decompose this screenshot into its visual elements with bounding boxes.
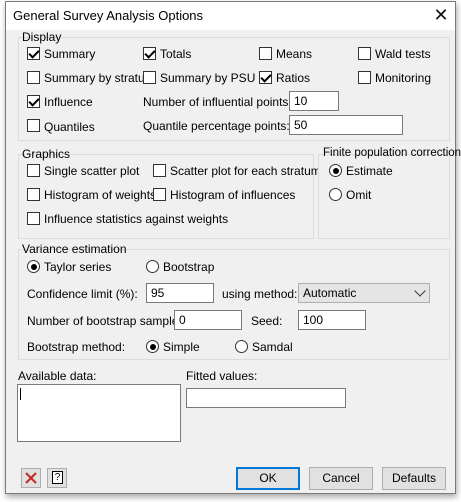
fpc-estimate-radio[interactable] [329,164,342,177]
scatter-each-stratum-checkbox[interactable] [153,164,166,177]
monitoring-checkbox[interactable] [358,71,371,84]
single-scatter-label: Single scatter plot [44,164,140,178]
quantiles-checkbox[interactable] [27,119,40,132]
hist-weights-checkbox[interactable] [27,188,40,201]
defaults-button[interactable]: Defaults [382,467,446,490]
num-bootstrap-input[interactable]: 0 [174,310,242,330]
monitoring-label: Monitoring [375,71,432,85]
cancel-button[interactable]: Cancel [309,467,373,490]
title-bar: General Survey Analysis Options ✕ [6,2,455,30]
method-dropdown[interactable]: Automatic [298,283,430,303]
summary-by-stratum-checkbox[interactable] [27,71,40,84]
taylor-series-radio[interactable] [27,260,40,273]
simple-label: Simple [163,340,200,354]
summary-checkbox[interactable] [27,47,40,60]
totals-label: Totals [160,47,192,61]
available-data-label: Available data: [18,369,97,383]
quantile-pct-input[interactable]: 50 [289,115,403,135]
fitted-values-input[interactable] [186,388,346,408]
totals-checkbox[interactable] [143,47,156,60]
seed-label: Seed: [251,314,283,328]
influence-label: Influence [44,95,93,109]
display-group-title: Display [22,30,62,44]
confidence-limit-input[interactable]: 95 [146,283,214,303]
chevron-down-icon [414,285,426,297]
fpc-estimate-label: Estimate [346,164,393,178]
hist-influences-checkbox[interactable] [153,188,166,201]
method-dropdown-value: Automatic [303,286,357,300]
ratios-label: Ratios [276,71,311,85]
num-influential-input[interactable]: 10 [289,91,339,111]
fitted-values-label: Fitted values: [186,369,258,383]
window-title: General Survey Analysis Options [13,8,204,23]
wald-tests-label: Wald tests [375,47,431,61]
help-button[interactable]: ? [47,468,67,488]
graphics-group-title: Graphics [22,147,71,161]
simple-radio[interactable] [146,340,159,353]
seed-input[interactable]: 100 [298,310,366,330]
summary-by-psu-checkbox[interactable] [143,71,156,84]
bootstrap-radio[interactable] [146,260,159,273]
influence-checkbox[interactable] [27,95,40,108]
hist-influences-label: Histogram of influences [170,188,296,202]
means-checkbox[interactable] [259,47,272,60]
quantile-pct-label: Quantile percentage points: [143,119,290,133]
influence-vs-weights-label: Influence statistics against weights [44,212,229,226]
bootstrap-label: Bootstrap [163,260,215,274]
quantiles-label: Quantiles [44,120,95,134]
ratios-checkbox[interactable] [259,71,272,84]
summary-by-psu-label: Summary by PSU [160,71,256,85]
means-label: Means [276,47,313,61]
using-method-label: using method: [222,287,298,301]
ok-button[interactable]: OK [236,467,300,490]
fpc-omit-radio[interactable] [329,188,342,201]
fpc-group-title: Finite population correction [323,147,461,159]
variance-group-title: Variance estimation [22,242,127,256]
text-cursor [20,388,21,400]
samdal-label: Samdal [252,340,293,354]
hist-weights-label: Histogram of weights [44,188,157,202]
clear-x-icon [25,472,37,484]
summary-by-stratum-label: Summary by stratum [44,71,155,85]
dialog-window: General Survey Analysis Options ✕ Displa… [5,1,461,494]
close-icon[interactable]: ✕ [430,4,452,26]
wald-tests-checkbox[interactable] [358,47,371,60]
bootstrap-method-label: Bootstrap method: [27,340,126,354]
single-scatter-checkbox[interactable] [27,164,40,177]
summary-label: Summary [44,47,96,61]
fpc-omit-label: Omit [346,188,372,202]
num-influential-label: Number of influential points: [143,95,292,109]
samdal-radio[interactable] [235,340,248,353]
num-bootstrap-label: Number of bootstrap samples: [27,314,188,328]
influence-vs-weights-checkbox[interactable] [27,212,40,225]
confidence-limit-label: Confidence limit (%): [27,287,138,301]
taylor-series-label: Taylor series [44,260,112,274]
help-icon: ? [52,471,63,484]
clear-button[interactable] [21,468,41,488]
scatter-each-stratum-label: Scatter plot for each stratum [170,164,321,178]
available-data-list[interactable] [17,384,181,442]
